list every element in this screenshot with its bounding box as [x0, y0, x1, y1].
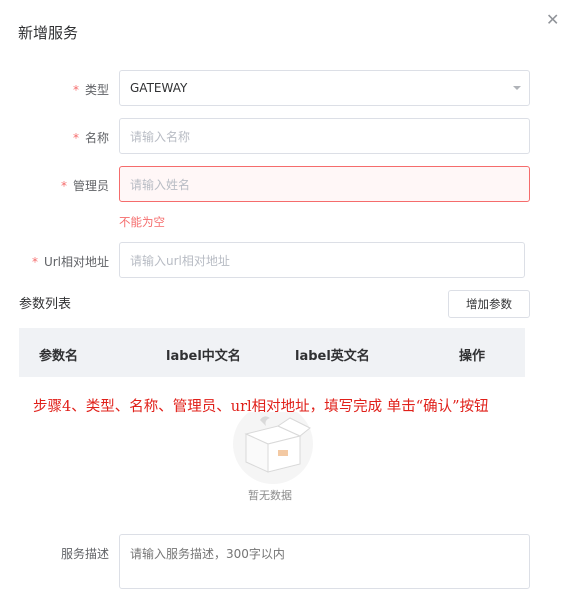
column-header: 操作 [459, 349, 486, 364]
required-mark: * [60, 179, 67, 193]
required-mark: * [72, 83, 79, 97]
url-label: * Url相对地址 [31, 255, 109, 269]
required-mark: * [72, 131, 79, 145]
url-input[interactable]: 请输入url相对地址 [119, 242, 525, 278]
type-select[interactable]: GATEWAY [119, 70, 530, 106]
manager-input[interactable]: 请输入姓名 [119, 166, 530, 202]
manager-error-message: 不能为空 [119, 215, 165, 229]
type-label: * 类型 [72, 83, 109, 97]
type-select-value: GATEWAY [130, 81, 188, 95]
dialog-title: 新增服务 [18, 24, 79, 42]
empty-state-text: 暂无数据 [248, 489, 292, 502]
description-textarea[interactable] [119, 534, 530, 589]
url-input-placeholder: 请输入url相对地址 [130, 253, 230, 268]
add-param-button[interactable]: 增加参数 [448, 290, 530, 318]
manager-input-placeholder: 请输入姓名 [130, 177, 191, 192]
name-label: * 名称 [72, 131, 109, 145]
description-label: 服务描述 [60, 547, 109, 561]
manager-label: * 管理员 [60, 179, 109, 193]
name-input[interactable]: 请输入名称 [119, 118, 530, 154]
close-icon[interactable]: ✕ [546, 10, 559, 29]
required-mark: * [31, 255, 38, 269]
chevron-down-icon [513, 86, 521, 90]
column-header: label中文名 [166, 349, 241, 364]
empty-box-icon [233, 412, 313, 484]
name-input-placeholder: 请输入名称 [130, 129, 191, 144]
column-header: 参数名 [39, 349, 79, 364]
params-title: 参数列表 [19, 297, 72, 312]
params-table-header: 参数名 label中文名 label英文名 操作 [19, 328, 525, 377]
column-header: label英文名 [295, 349, 370, 364]
